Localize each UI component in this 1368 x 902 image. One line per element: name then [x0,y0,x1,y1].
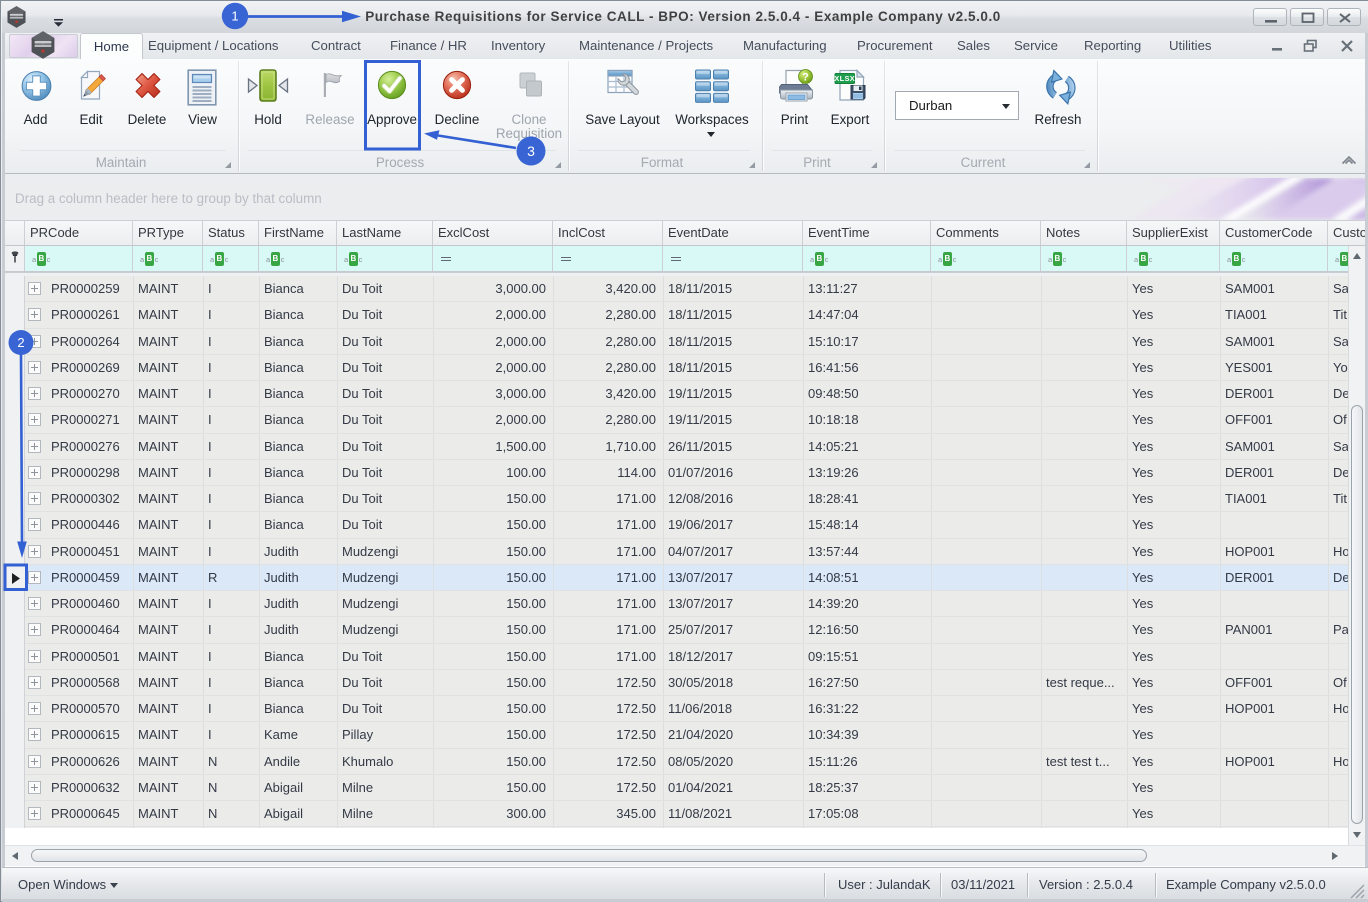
svg-text:?: ? [802,71,809,83]
svg-text:XLSX: XLSX [834,74,855,83]
